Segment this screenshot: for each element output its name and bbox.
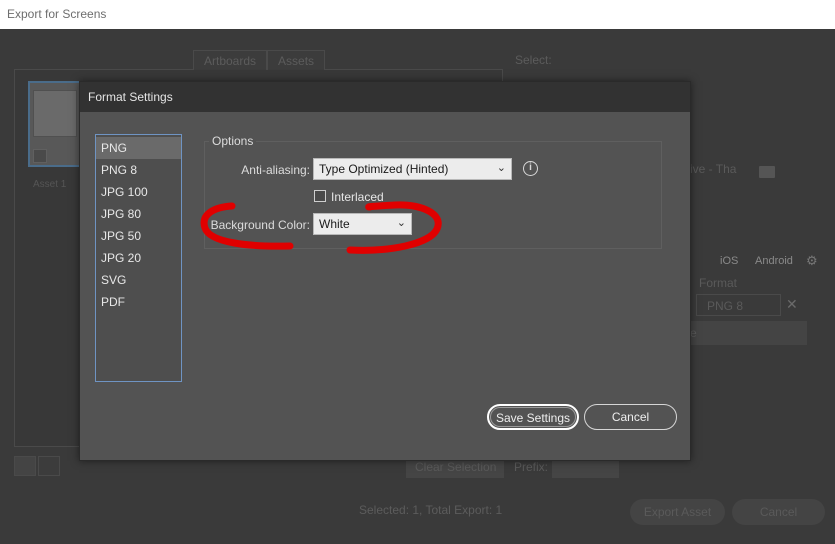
panel-tabs: Artboards Assets bbox=[193, 50, 326, 70]
grid-view-icon[interactable] bbox=[14, 456, 36, 476]
format-select[interactable]: PNG 8 bbox=[696, 294, 781, 316]
antialiasing-select[interactable]: Type Optimized (Hinted) ⌄ bbox=[313, 158, 512, 180]
platform-android[interactable]: Android bbox=[755, 255, 793, 267]
format-item-png[interactable]: PNG bbox=[96, 137, 181, 159]
select-label: Select: bbox=[515, 53, 552, 67]
dialog-title: Format Settings bbox=[80, 82, 690, 112]
export-status: Selected: 1, Total Export: 1 bbox=[359, 503, 503, 517]
window-title: Export for Screens bbox=[0, 0, 835, 29]
list-view-icon[interactable] bbox=[38, 456, 60, 476]
info-icon[interactable]: i bbox=[523, 161, 538, 176]
chevron-down-icon: ⌄ bbox=[396, 217, 406, 229]
asset-checkbox[interactable] bbox=[33, 149, 47, 163]
gear-icon[interactable]: ⚙ bbox=[806, 253, 818, 269]
format-item-pdf[interactable]: PDF bbox=[96, 291, 181, 313]
format-item-jpg80[interactable]: JPG 80 bbox=[96, 203, 181, 225]
tab-assets[interactable]: Assets bbox=[267, 50, 326, 70]
format-item-png8[interactable]: PNG 8 bbox=[96, 159, 181, 181]
options-legend: Options bbox=[209, 134, 257, 148]
thumbnail-preview bbox=[33, 90, 77, 137]
asset-label: Asset 1 bbox=[33, 179, 67, 190]
close-icon[interactable]: ✕ bbox=[786, 296, 798, 313]
format-item-svg[interactable]: SVG bbox=[96, 269, 181, 291]
suffix-field[interactable]: e bbox=[690, 321, 807, 345]
folder-icon[interactable] bbox=[759, 166, 775, 178]
interlaced-checkbox[interactable] bbox=[314, 190, 326, 202]
background-cancel-button[interactable]: Cancel bbox=[732, 499, 825, 525]
antialiasing-value: Type Optimized (Hinted) bbox=[319, 162, 449, 176]
format-header: Format bbox=[699, 276, 738, 290]
format-list: PNG PNG 8 JPG 100 JPG 80 JPG 50 JPG 20 S… bbox=[95, 134, 182, 382]
format-item-jpg50[interactable]: JPG 50 bbox=[96, 225, 181, 247]
antialiasing-label: Anti-aliasing: bbox=[241, 163, 310, 177]
background-color-label: Background Color: bbox=[210, 218, 310, 232]
cancel-button[interactable]: Cancel bbox=[584, 404, 677, 430]
save-settings-button[interactable]: Save Settings bbox=[487, 404, 579, 430]
platform-ios[interactable]: iOS bbox=[720, 255, 738, 267]
background-color-select[interactable]: White ⌄ bbox=[313, 213, 412, 235]
tab-artboards[interactable]: Artboards bbox=[193, 50, 268, 70]
prefix-label: Prefix: bbox=[514, 460, 549, 474]
chevron-down-icon: ⌄ bbox=[496, 162, 506, 174]
export-asset-button[interactable]: Export Asset bbox=[630, 499, 725, 525]
format-settings-dialog: Format Settings PNG PNG 8 JPG 100 JPG 80… bbox=[79, 81, 691, 461]
background-color-value: White bbox=[319, 217, 350, 231]
format-item-jpg20[interactable]: JPG 20 bbox=[96, 247, 181, 269]
export-path-field[interactable]: ive - Tha bbox=[690, 162, 736, 176]
format-item-jpg100[interactable]: JPG 100 bbox=[96, 181, 181, 203]
interlaced-label: Interlaced bbox=[331, 190, 384, 204]
